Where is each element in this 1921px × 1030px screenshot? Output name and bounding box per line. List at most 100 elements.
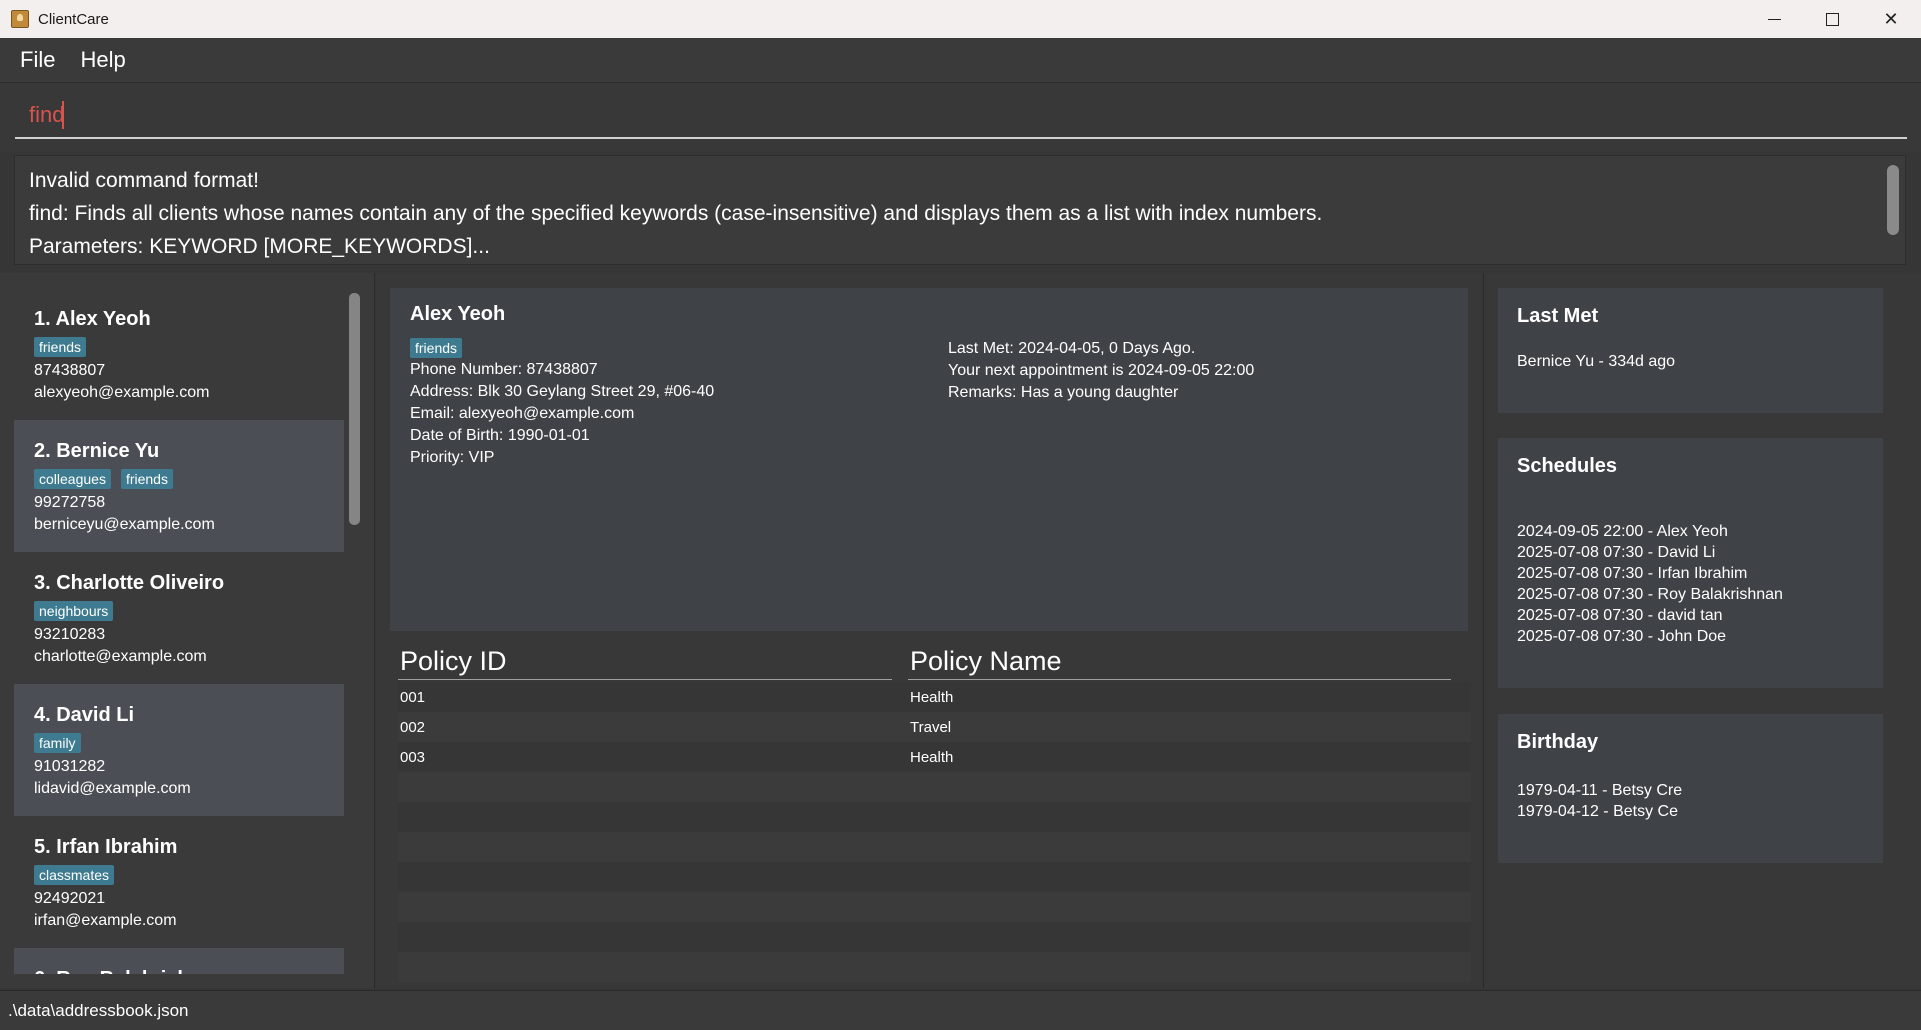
minimize-icon — [1767, 18, 1781, 20]
close-icon: ✕ — [1883, 8, 1899, 29]
empty-table-row — [398, 772, 1471, 802]
empty-table-row — [398, 802, 1471, 832]
table-row[interactable]: 002 Travel — [398, 712, 1471, 742]
empty-table-row — [398, 892, 1471, 922]
command-box — [0, 83, 1921, 152]
empty-table-row — [398, 862, 1471, 892]
client-detail-panel: Alex Yeoh friends Phone Number: 87438807… — [376, 273, 1482, 988]
client-email: irfan@example.com — [34, 912, 177, 929]
tag: friends — [120, 469, 173, 489]
menu-help[interactable]: Help — [70, 47, 136, 73]
result-line: Invalid command format! — [29, 169, 259, 192]
tag: classmates — [34, 865, 115, 885]
empty-table-row — [398, 832, 1471, 862]
tag: colleagues — [34, 469, 111, 489]
birthday-entry: 1979-04-12 - Betsy Ce — [1517, 803, 1678, 820]
result-scrollbar[interactable] — [1887, 165, 1899, 235]
data-file-path: .\data\addressbook.json — [8, 1000, 189, 1020]
client-phone: 91031282 — [34, 758, 106, 775]
client-name: 4. David Li — [34, 704, 135, 726]
tag-list: classmates — [34, 865, 324, 885]
tag-list: family — [34, 733, 324, 753]
client-list: 1. Alex Yeoh friends 87438807 alexyeoh@e… — [14, 288, 344, 974]
maximize-button[interactable] — [1803, 0, 1861, 38]
client-card[interactable]: 2. Bernice Yu colleagues friends 9927275… — [14, 420, 344, 552]
detail-appointment: Your next appointment is 2024-09-05 22:0… — [948, 362, 1255, 379]
text-caret — [62, 101, 64, 129]
menu-file[interactable]: File — [10, 47, 66, 73]
detail-name: Alex Yeoh — [410, 303, 506, 325]
detail-address: Address: Blk 30 Geylang Street 29, #06-4… — [410, 383, 715, 400]
policy-id-cell: 003 — [400, 748, 426, 766]
policy-name-cell: Health — [910, 748, 954, 766]
policy-id-header[interactable]: Policy ID — [398, 642, 892, 680]
detail-last-met: Last Met: 2024-04-05, 0 Days Ago. — [948, 340, 1196, 357]
table-row[interactable]: 001 Health — [398, 682, 1471, 712]
client-phone: 93210283 — [34, 626, 106, 643]
client-phone: 92492021 — [34, 890, 106, 907]
menu-bar: File Help — [0, 38, 1921, 83]
tag: friends — [410, 338, 463, 358]
detail-email: Email: alexyeoh@example.com — [410, 405, 635, 422]
app-icon — [11, 10, 29, 28]
client-card[interactable]: 1. Alex Yeoh friends 87438807 alexyeoh@e… — [14, 288, 344, 420]
client-phone: 87438807 — [34, 362, 106, 379]
minimize-button[interactable] — [1745, 0, 1803, 38]
last-met-title: Last Met — [1517, 305, 1599, 327]
detail-meeting-info: Last Met: 2024-04-05, 0 Days Ago. Your n… — [948, 338, 1448, 469]
maximize-icon — [1825, 12, 1839, 26]
tag: neighbours — [34, 601, 114, 621]
client-name: 5. Irfan Ibrahim — [34, 836, 178, 858]
schedule-entry: 2025-07-08 07:30 - David Li — [1517, 544, 1716, 561]
client-name: 3. Charlotte Oliveiro — [34, 572, 225, 594]
policy-table[interactable]: Policy ID Policy Name 001 Health 002 Tra… — [398, 642, 1471, 982]
command-input[interactable] — [15, 93, 1907, 139]
schedule-entry: 2024-09-05 22:00 - Alex Yeoh — [1517, 523, 1728, 540]
birthday-entry: 1979-04-11 - Betsy Cre — [1517, 782, 1683, 799]
client-card[interactable]: 6. Roy Balakrishnan — [14, 948, 344, 974]
tag-list: friends — [410, 338, 948, 358]
schedules-title: Schedules — [1517, 455, 1618, 477]
birthday-title: Birthday — [1517, 731, 1599, 753]
window-title: ClientCare — [38, 10, 109, 28]
policy-id-cell: 001 — [400, 688, 426, 706]
client-list-scrollbar[interactable] — [349, 293, 360, 525]
client-detail-card: Alex Yeoh friends Phone Number: 87438807… — [390, 288, 1468, 631]
policy-name-header[interactable]: Policy Name — [908, 642, 1451, 680]
last-met-entry: Bernice Yu - 334d ago — [1517, 353, 1676, 370]
detail-dob: Date of Birth: 1990-01-01 — [410, 427, 590, 444]
close-button[interactable]: ✕ — [1862, 0, 1920, 38]
status-bar: .\data\addressbook.json — [0, 990, 1921, 1030]
tag-list: colleagues friends — [34, 469, 324, 489]
schedules-card: Schedules 2024-09-05 22:00 - Alex Yeoh 2… — [1498, 438, 1883, 688]
tag-list: friends — [34, 337, 324, 357]
client-card[interactable]: 4. David Li family 91031282 lidavid@exam… — [14, 684, 344, 816]
result-display: Invalid command format! find: Finds all … — [14, 155, 1906, 265]
client-phone: 99272758 — [34, 494, 106, 511]
schedule-entry: 2025-07-08 07:30 - Irfan Ibrahim — [1517, 565, 1748, 582]
policy-name-cell: Health — [910, 688, 954, 706]
detail-phone: Phone Number: 87438807 — [410, 361, 598, 378]
client-name: 6. Roy Balakrishnan — [34, 965, 324, 974]
last-met-card: Last Met Bernice Yu - 334d ago — [1498, 288, 1883, 413]
tag: friends — [34, 337, 87, 357]
policy-name-cell: Travel — [910, 718, 952, 736]
schedule-entry: 2025-07-08 07:30 - John Doe — [1517, 628, 1727, 645]
detail-remarks: Remarks: Has a young daughter — [948, 384, 1179, 401]
client-list-panel: 1. Alex Yeoh friends 87438807 alexyeoh@e… — [0, 273, 375, 988]
client-name: 1. Alex Yeoh — [34, 308, 151, 330]
detail-info: friends Phone Number: 87438807 Address: … — [410, 338, 948, 469]
side-panel: Last Met Bernice Yu - 334d ago Schedules… — [1483, 273, 1921, 988]
empty-table-row — [398, 922, 1471, 952]
client-card[interactable]: 3. Charlotte Oliveiro neighbours 9321028… — [14, 552, 344, 684]
policy-id-cell: 002 — [400, 718, 426, 736]
client-email: charlotte@example.com — [34, 648, 207, 665]
detail-priority: Priority: VIP — [410, 449, 495, 466]
client-name: 2. Bernice Yu — [34, 440, 160, 462]
result-line: find: Finds all clients whose names cont… — [29, 202, 1323, 225]
client-card[interactable]: 5. Irfan Ibrahim classmates 92492021 irf… — [14, 816, 344, 948]
client-email: lidavid@example.com — [34, 780, 191, 797]
client-email: berniceyu@example.com — [34, 516, 215, 533]
table-row[interactable]: 003 Health — [398, 742, 1471, 772]
schedule-entry: 2025-07-08 07:30 - Roy Balakrishnan — [1517, 586, 1783, 603]
